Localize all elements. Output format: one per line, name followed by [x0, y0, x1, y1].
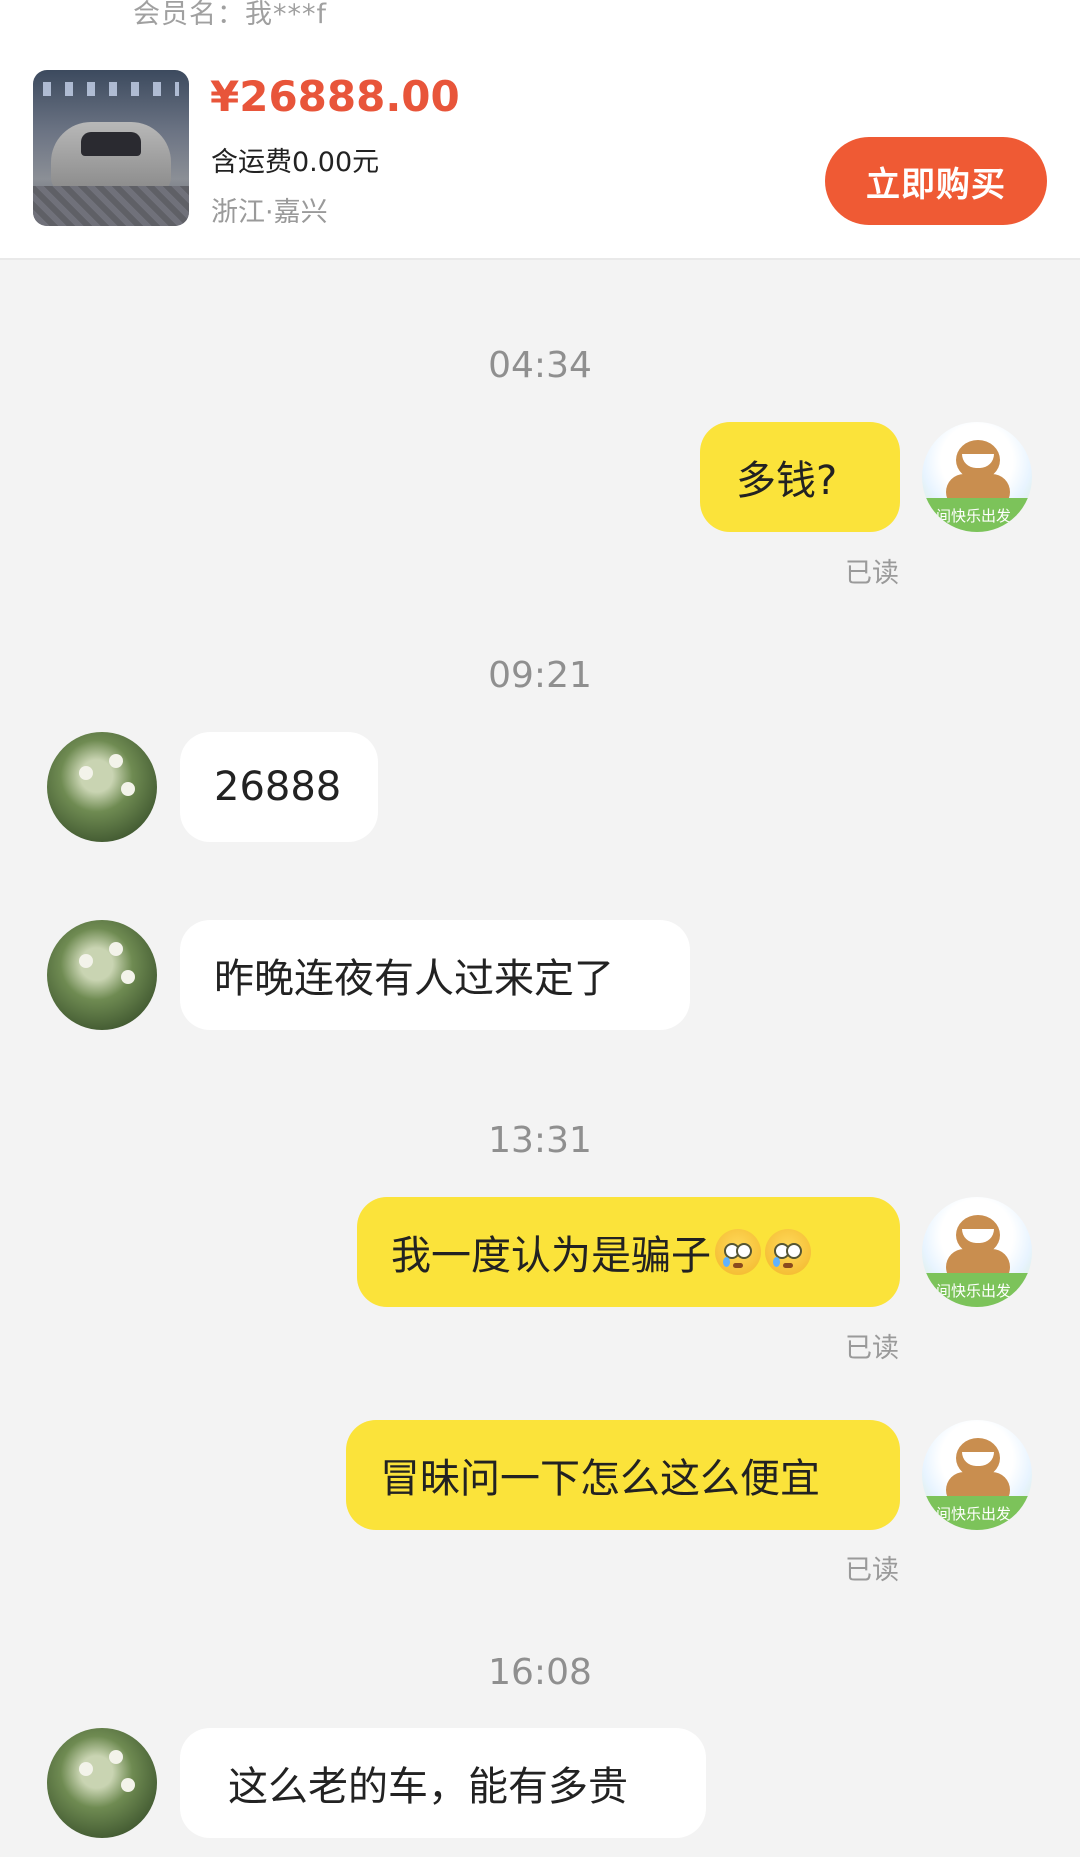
my-message-bubble[interactable]: 冒昧问一下怎么这么便宜	[346, 1420, 900, 1530]
member-name: 会员名：我***f	[133, 0, 328, 30]
product-thumbnail[interactable]	[33, 70, 189, 226]
flower-petal	[79, 766, 93, 780]
my-message-bubble[interactable]: 多钱?	[700, 422, 900, 532]
message-text: 多钱?	[736, 458, 838, 504]
crying-face-emoji	[715, 1229, 761, 1275]
read-receipt: 已读	[845, 558, 899, 589]
seller-avatar[interactable]	[47, 920, 157, 1030]
timestamp: 09:21	[488, 655, 592, 696]
flower-petal	[109, 942, 123, 956]
flower-petal	[109, 1750, 123, 1764]
avatar-tag: 间快乐出发	[936, 1505, 1012, 1523]
message-text: 这么老的车，能有多贵	[228, 1764, 628, 1810]
car-image	[51, 122, 171, 192]
seller-message-bubble[interactable]: 昨晚连夜有人过来定了	[180, 920, 690, 1030]
my-avatar[interactable]: 间快乐出发	[922, 1420, 1032, 1530]
crying-face-emoji	[765, 1229, 811, 1275]
my-message-bubble[interactable]: 我一度认为是骗子	[357, 1197, 900, 1307]
my-avatar[interactable]: 间快乐出发	[922, 422, 1032, 532]
product-price: ¥26888.00	[210, 72, 460, 121]
message-text: 26888	[214, 764, 342, 810]
read-receipt: 已读	[845, 1333, 899, 1364]
thumbnail-lights	[43, 82, 179, 96]
seller-message-bubble[interactable]: 这么老的车，能有多贵	[180, 1728, 706, 1838]
flower-petal	[79, 954, 93, 968]
read-receipt: 已读	[845, 1555, 899, 1586]
flower-petal	[121, 782, 135, 796]
timestamp: 13:31	[488, 1120, 592, 1161]
flower-petal	[109, 754, 123, 768]
avatar-tag: 间快乐出发	[936, 507, 1012, 525]
flower-petal	[121, 1778, 135, 1792]
message-text: 我一度认为是骗子	[391, 1233, 711, 1279]
seller-avatar[interactable]	[47, 732, 157, 842]
message-text: 昨晚连夜有人过来定了	[214, 956, 614, 1002]
seller-message-bubble[interactable]: 26888	[180, 732, 378, 842]
my-avatar[interactable]: 间快乐出发	[922, 1197, 1032, 1307]
thumbnail-floor	[33, 186, 189, 226]
flower-petal	[121, 970, 135, 984]
product-card[interactable]: 会员名：我***f ¥26888.00 含运费0.00元 浙江·嘉兴 立即购买	[0, 0, 1080, 260]
flower-petal	[79, 1762, 93, 1776]
timestamp: 16:08	[488, 1652, 592, 1693]
buy-now-button[interactable]: 立即购买	[825, 137, 1047, 225]
seller-avatar[interactable]	[47, 1728, 157, 1838]
timestamp: 04:34	[488, 345, 592, 386]
seller-location: 浙江·嘉兴	[211, 197, 328, 228]
shipping-fee: 含运费0.00元	[211, 147, 380, 178]
avatar-tag: 间快乐出发	[936, 1282, 1012, 1300]
message-text: 冒昧问一下怎么这么便宜	[380, 1456, 820, 1502]
